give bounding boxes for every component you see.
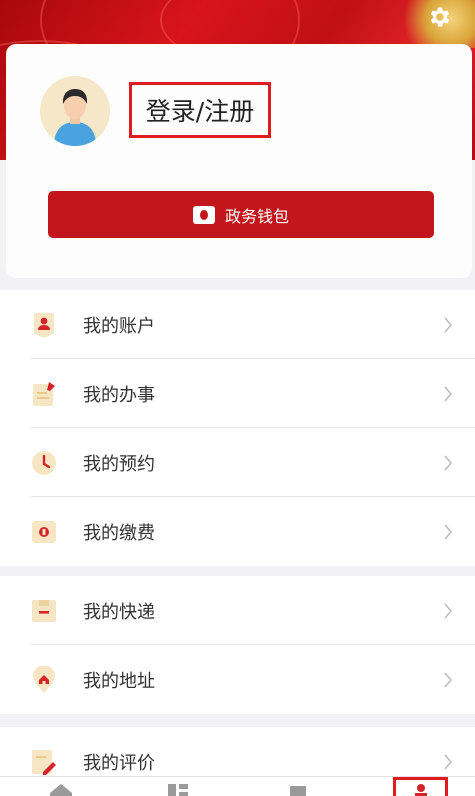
chevron-right-icon — [443, 753, 453, 770]
chevron-right-icon — [443, 671, 453, 688]
payment-icon — [31, 518, 57, 546]
chevron-right-icon — [443, 385, 453, 402]
chevron-right-icon — [443, 454, 453, 471]
menu-group-personal: 我的账户 我的办事 我的预约 我的缴费 — [0, 290, 475, 566]
gov-wallet-button[interactable]: 政务钱包 — [48, 191, 434, 238]
menu-item-address[interactable]: 我的地址 — [0, 645, 475, 714]
bottom-nav — [0, 776, 475, 796]
menu-item-label: 我的地址 — [83, 670, 155, 692]
chevron-right-icon — [443, 316, 453, 333]
menu-item-tasks[interactable]: 我的办事 — [0, 359, 475, 428]
menu-item-appointment[interactable]: 我的预约 — [0, 428, 475, 497]
menu-item-label: 我的预约 — [83, 453, 155, 475]
menu-item-account[interactable]: 我的账户 — [0, 290, 475, 359]
nav-profile-tab[interactable] — [393, 777, 448, 796]
home-icon[interactable] — [50, 783, 72, 796]
menu-item-label: 我的缴费 — [83, 522, 155, 544]
clock-icon — [31, 449, 57, 477]
profile-icon — [413, 782, 429, 796]
menu-group-delivery: 我的快递 我的地址 — [0, 576, 475, 714]
chevron-right-icon — [443, 523, 453, 540]
review-icon — [31, 748, 57, 776]
gear-icon[interactable] — [427, 4, 453, 30]
login-register-link[interactable]: 登录/注册 — [129, 82, 271, 138]
profile-card: 登录/注册 政务钱包 — [6, 44, 472, 278]
menu-item-express[interactable]: 我的快递 — [0, 576, 475, 645]
location-icon — [31, 664, 57, 694]
news-icon[interactable] — [288, 783, 308, 796]
account-icon — [31, 311, 57, 339]
wallet-icon — [192, 205, 215, 224]
task-icon — [31, 380, 57, 408]
menu-item-payment[interactable]: 我的缴费 — [0, 497, 475, 566]
menu-item-label: 我的账户 — [83, 315, 155, 337]
menu-item-label: 我的评价 — [83, 752, 155, 774]
chevron-right-icon — [443, 602, 453, 619]
user-avatar-icon[interactable] — [40, 76, 110, 146]
menu-item-label: 我的办事 — [83, 384, 155, 406]
menu-item-label: 我的快递 — [83, 601, 155, 623]
express-icon — [31, 597, 57, 625]
wallet-label: 政务钱包 — [224, 206, 289, 226]
services-icon[interactable] — [168, 783, 190, 796]
